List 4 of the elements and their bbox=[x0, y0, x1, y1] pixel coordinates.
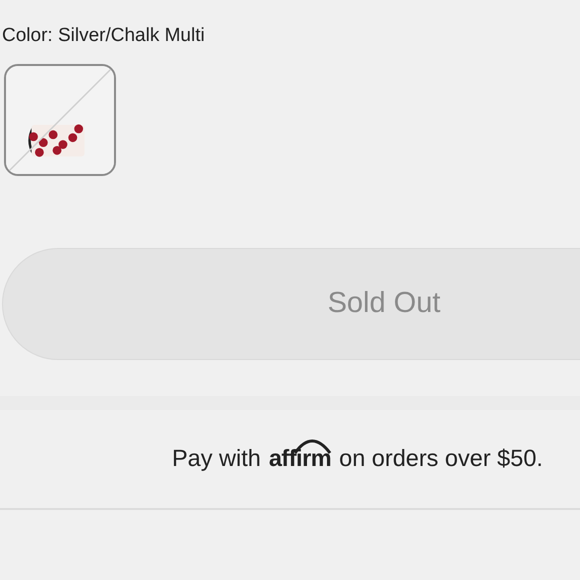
affirm-logo: affirm bbox=[268, 441, 332, 477]
financing-text: on orders over $50. bbox=[339, 444, 543, 474]
color-label: Color: Silver/Chalk Multi bbox=[1, 24, 206, 48]
financing-text: Pay with bbox=[172, 444, 261, 474]
